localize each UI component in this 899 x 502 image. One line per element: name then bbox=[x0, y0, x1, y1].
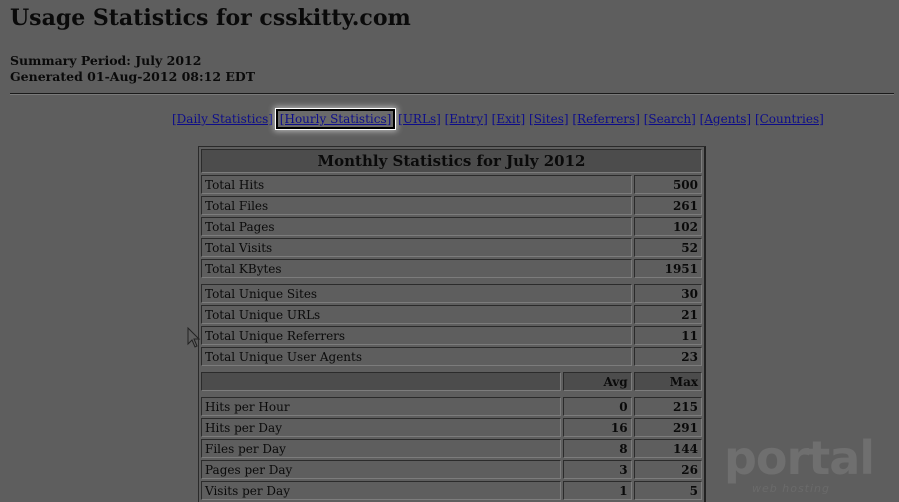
table-row: Total Files 261 bbox=[201, 196, 702, 215]
row-avg: 16 bbox=[563, 418, 632, 437]
row-value: 102 bbox=[633, 217, 702, 236]
row-value: 500 bbox=[633, 175, 702, 194]
row-avg: 0 bbox=[563, 397, 632, 416]
row-label: Total Files bbox=[201, 196, 632, 215]
nav-exit[interactable]: [Exit] bbox=[492, 112, 526, 126]
nav-referrers[interactable]: [Referrers] bbox=[572, 112, 640, 126]
row-avg: 8 bbox=[563, 439, 632, 458]
table-row: Pages per Day 3 26 bbox=[201, 460, 702, 479]
nav-countries[interactable]: [Countries] bbox=[755, 112, 824, 126]
row-value: 11 bbox=[633, 326, 702, 345]
table-row: Total KBytes 1951 bbox=[201, 259, 702, 278]
row-label: Hits per Day bbox=[201, 418, 562, 437]
nav-sites[interactable]: [Sites] bbox=[529, 112, 569, 126]
report-nav: [Daily Statistics] [Hourly Statistics] [… bbox=[172, 109, 824, 129]
row-value: 23 bbox=[633, 347, 702, 366]
page-title: Usage Statistics for csskitty.com bbox=[10, 5, 411, 31]
nav-agents[interactable]: [Agents] bbox=[700, 112, 752, 126]
row-label: Total Hits bbox=[201, 175, 632, 194]
monthly-statistics-table: Monthly Statistics for July 2012 Total H… bbox=[198, 146, 706, 502]
nav-search[interactable]: [Search] bbox=[644, 112, 696, 126]
avg-column-header: Avg bbox=[563, 372, 632, 391]
row-max: 215 bbox=[633, 397, 702, 416]
table-row: Total Visits 52 bbox=[201, 238, 702, 257]
header-blank-cell bbox=[201, 372, 562, 391]
watermark-subtitle: web hosting bbox=[752, 482, 830, 495]
table-row: Total Hits 500 bbox=[201, 175, 702, 194]
row-label: Total Visits bbox=[201, 238, 632, 257]
table-row: Files per Day 8 144 bbox=[201, 439, 702, 458]
row-max: 5 bbox=[633, 481, 702, 500]
table-row: Total Unique Sites 30 bbox=[201, 284, 702, 303]
avg-max-header-row: Avg Max bbox=[201, 372, 702, 391]
nav-urls[interactable]: [URLs] bbox=[398, 112, 441, 126]
row-value: 52 bbox=[633, 238, 702, 257]
row-value: 21 bbox=[633, 305, 702, 324]
generated-timestamp: Generated 01-Aug-2012 08:12 EDT bbox=[10, 69, 256, 84]
row-label: Files per Day bbox=[201, 439, 562, 458]
row-label: Total Pages bbox=[201, 217, 632, 236]
row-label: Total KBytes bbox=[201, 259, 632, 278]
row-label: Pages per Day bbox=[201, 460, 562, 479]
nav-hourly-statistics[interactable]: [Hourly Statistics] bbox=[275, 109, 396, 129]
row-max: 26 bbox=[633, 460, 702, 479]
row-avg: 3 bbox=[563, 460, 632, 479]
row-value: 30 bbox=[633, 284, 702, 303]
table-row: Visits per Day 1 5 bbox=[201, 481, 702, 500]
table-row: Hits per Day 16 291 bbox=[201, 418, 702, 437]
row-label: Hits per Hour bbox=[201, 397, 562, 416]
table-row: Hits per Hour 0 215 bbox=[201, 397, 702, 416]
table-row: Total Unique User Agents 23 bbox=[201, 347, 702, 366]
nav-entry[interactable]: [Entry] bbox=[445, 112, 488, 126]
row-label: Total Unique Sites bbox=[201, 284, 632, 303]
table-caption: Monthly Statistics for July 2012 bbox=[201, 149, 702, 173]
table-row: Total Unique Referrers 11 bbox=[201, 326, 702, 345]
row-spacer bbox=[201, 393, 702, 395]
portal-watermark-logo: portal web hosting bbox=[724, 431, 875, 495]
table-row: Total Pages 102 bbox=[201, 217, 702, 236]
row-spacer bbox=[201, 280, 702, 282]
row-label: Total Unique URLs bbox=[201, 305, 632, 324]
row-max: 144 bbox=[633, 439, 702, 458]
header-divider bbox=[10, 93, 894, 95]
mouse-cursor-icon bbox=[187, 327, 201, 348]
row-label: Visits per Day bbox=[201, 481, 562, 500]
row-value: 1951 bbox=[633, 259, 702, 278]
watermark-brand: portal bbox=[724, 431, 874, 485]
row-value: 261 bbox=[633, 196, 702, 215]
row-spacer bbox=[201, 368, 702, 370]
row-avg: 1 bbox=[563, 481, 632, 500]
row-label: Total Unique User Agents bbox=[201, 347, 632, 366]
report-summary: Summary Period: July 2012 Generated 01-A… bbox=[10, 53, 255, 85]
row-label: Total Unique Referrers bbox=[201, 326, 632, 345]
max-column-header: Max bbox=[633, 372, 702, 391]
table-row: Total Unique URLs 21 bbox=[201, 305, 702, 324]
summary-period: Summary Period: July 2012 bbox=[10, 53, 202, 68]
row-max: 291 bbox=[633, 418, 702, 437]
nav-daily-statistics[interactable]: [Daily Statistics] bbox=[172, 112, 273, 126]
